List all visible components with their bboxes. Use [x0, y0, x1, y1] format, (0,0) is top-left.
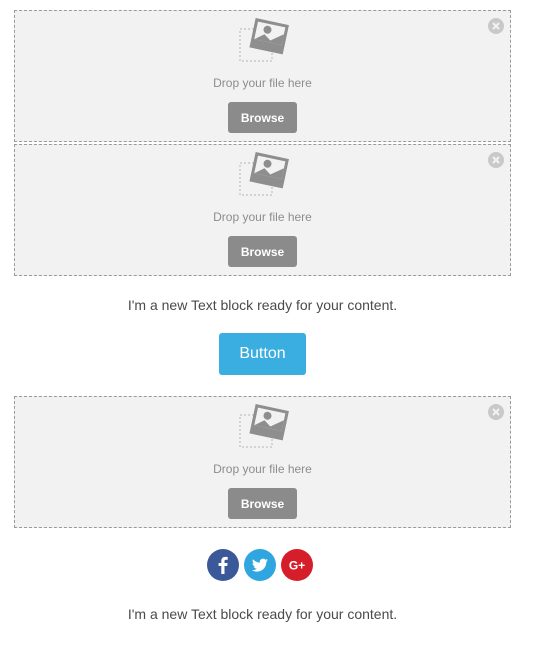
image-placeholder-icon [239, 18, 289, 62]
image-placeholder-icon [239, 152, 289, 196]
browse-button[interactable]: Browse [228, 236, 297, 267]
drop-hint: Drop your file here [213, 462, 312, 476]
image-dropzone[interactable]: Drop your file here Browse [14, 396, 511, 528]
drop-hint: Drop your file here [213, 210, 312, 224]
text-block: I'm a new Text block ready for your cont… [127, 297, 398, 313]
image-dropzone[interactable]: Drop your file here Browse [14, 10, 511, 142]
image-dropzone[interactable]: Drop your file here Browse [14, 144, 511, 276]
primary-button[interactable]: Button [219, 333, 306, 375]
image-placeholder-icon [239, 404, 289, 448]
remove-icon[interactable] [488, 18, 504, 34]
social-icons: G+ [207, 549, 313, 581]
facebook-icon[interactable] [207, 549, 239, 581]
svg-text:G+: G+ [289, 559, 305, 573]
remove-icon[interactable] [488, 152, 504, 168]
twitter-icon[interactable] [244, 549, 276, 581]
browse-button[interactable]: Browse [228, 488, 297, 519]
remove-icon[interactable] [488, 404, 504, 420]
browse-button[interactable]: Browse [228, 102, 297, 133]
text-block: I'm a new Text block ready for your cont… [127, 606, 398, 622]
drop-hint: Drop your file here [213, 76, 312, 90]
google-plus-icon[interactable]: G+ [281, 549, 313, 581]
